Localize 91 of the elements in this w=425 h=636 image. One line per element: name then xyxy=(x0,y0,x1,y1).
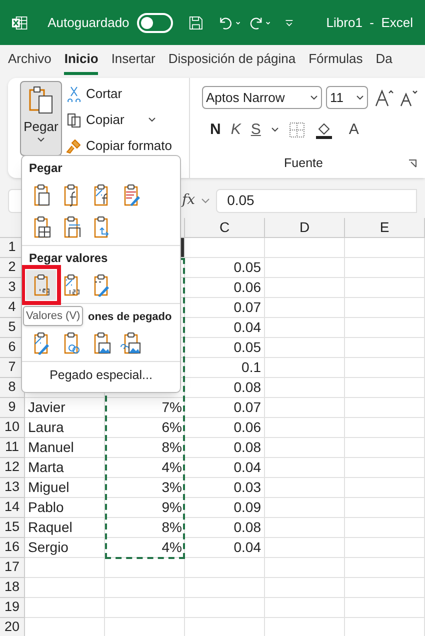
table-cell: 8% xyxy=(105,438,185,458)
font-color-button[interactable]: A xyxy=(348,119,359,142)
fill-color-icon[interactable] xyxy=(314,121,333,140)
table-cell: 6% xyxy=(105,418,185,438)
table-cell: Raquel xyxy=(25,518,105,538)
ribbon-tab[interactable]: Fórmulas xyxy=(308,48,363,75)
formula-input[interactable]: 0.05 xyxy=(216,188,417,212)
paste-special-item[interactable]: Pegado especial... xyxy=(50,366,152,385)
table-cell: 0.07 xyxy=(185,398,265,418)
menu-heading: Pegar valores xyxy=(29,250,108,267)
table-cell: 0.05 xyxy=(185,338,265,358)
borders-icon[interactable] xyxy=(288,122,305,138)
row-header[interactable]: 8 xyxy=(0,378,25,398)
autosave-label: Autoguardado xyxy=(48,14,130,32)
row-header[interactable]: 17 xyxy=(0,558,25,578)
row-header[interactable]: 13 xyxy=(0,478,25,498)
table-cell: 0.06 xyxy=(185,278,265,298)
font-size-field[interactable]: 11 xyxy=(326,86,368,109)
caret-icon xyxy=(310,94,318,100)
ribbon-tab[interactable]: Insertar xyxy=(111,48,156,75)
ribbon-tab[interactable]: Disposición de página xyxy=(168,48,296,75)
row-header[interactable]: 9 xyxy=(0,398,25,418)
clipboard-command[interactable]: Copiar formato xyxy=(66,135,172,157)
table-cell: 9% xyxy=(105,498,185,518)
row-header[interactable]: 10 xyxy=(0,418,25,438)
dialog-launcher-icon[interactable] xyxy=(408,159,417,168)
table-cell: 7% xyxy=(105,398,185,418)
table-cell: 0.08 xyxy=(185,378,265,398)
spreadsheet-logo-icon xyxy=(12,14,28,30)
column-header[interactable]: D xyxy=(265,218,345,238)
caret-icon xyxy=(270,127,279,134)
caret-icon xyxy=(356,94,364,100)
table-cell: Laura xyxy=(25,418,105,438)
row-header[interactable]: 18 xyxy=(0,578,25,598)
clipboard-command[interactable]: Copiar xyxy=(66,109,172,131)
row-header[interactable]: 15 xyxy=(0,518,25,538)
menu-heading: Pegar xyxy=(29,160,62,177)
paste-button[interactable]: Pegar xyxy=(20,81,62,156)
row-header[interactable]: 14 xyxy=(0,498,25,518)
save-icon[interactable] xyxy=(189,14,203,30)
table-cell: 0.04 xyxy=(185,458,265,478)
font-name-field[interactable]: Aptos Narrow xyxy=(202,86,322,109)
shrink-font-icon[interactable] xyxy=(398,88,418,106)
caret-icon xyxy=(148,117,156,123)
paste-values-button[interactable] xyxy=(26,270,56,300)
clipboard-command[interactable]: Cortar xyxy=(66,83,172,105)
table-cell: Manuel xyxy=(25,438,105,458)
table-cell: 0.08 xyxy=(185,438,265,458)
brush-icon xyxy=(66,138,82,154)
column-header[interactable]: C xyxy=(185,218,265,238)
table-cell: 0.03 xyxy=(185,478,265,498)
italic-button[interactable]: K xyxy=(230,119,241,142)
table-cell: 0.04 xyxy=(185,318,265,338)
table-cell: Marta xyxy=(25,458,105,478)
function-button[interactable]: fx xyxy=(182,190,196,211)
window-title: Libro1 - Excel xyxy=(326,14,413,32)
row-header[interactable]: 20 xyxy=(0,618,25,636)
caret-icon xyxy=(201,198,210,204)
copy-icon xyxy=(66,112,82,128)
table-cell: 0.07 xyxy=(185,298,265,318)
table-cell: 0.06 xyxy=(185,418,265,438)
table-cell: 0.05 xyxy=(185,258,265,278)
table-cell: Sergio xyxy=(25,538,105,558)
table-cell: 0.04 xyxy=(185,538,265,558)
clipboard-icon xyxy=(27,86,55,114)
underline-button[interactable]: S xyxy=(250,119,261,142)
table-cell: 8% xyxy=(105,518,185,538)
table-cell: 4% xyxy=(105,538,185,558)
table-cell: 4% xyxy=(105,458,185,478)
table-cell: 0.08 xyxy=(185,518,265,538)
tooltip: Valores (V) xyxy=(23,306,84,326)
table-cell: Pablo xyxy=(25,498,105,518)
scissors-icon xyxy=(66,86,82,102)
caret-icon xyxy=(37,136,45,142)
column-header[interactable]: E xyxy=(345,218,425,238)
table-cell: 0.09 xyxy=(185,498,265,518)
table-cell: 0.1 xyxy=(185,358,265,378)
bold-button[interactable]: N xyxy=(210,119,221,142)
group-label: Fuente xyxy=(284,154,324,172)
row-header[interactable]: 11 xyxy=(0,438,25,458)
table-cell: 3% xyxy=(105,478,185,498)
ribbon-tab[interactable]: Da xyxy=(376,48,392,75)
table-cell: Miguel xyxy=(25,478,105,498)
ribbon-tab[interactable]: Archivo xyxy=(8,48,52,75)
grow-font-icon[interactable] xyxy=(374,88,394,106)
row-header[interactable]: 16 xyxy=(0,538,25,558)
row-header[interactable]: 19 xyxy=(0,598,25,618)
autosave-toggle[interactable] xyxy=(137,12,173,32)
row-header[interactable]: 12 xyxy=(0,458,25,478)
menu-heading: ones de pegado xyxy=(88,310,172,324)
table-cell: Javier xyxy=(25,398,105,418)
